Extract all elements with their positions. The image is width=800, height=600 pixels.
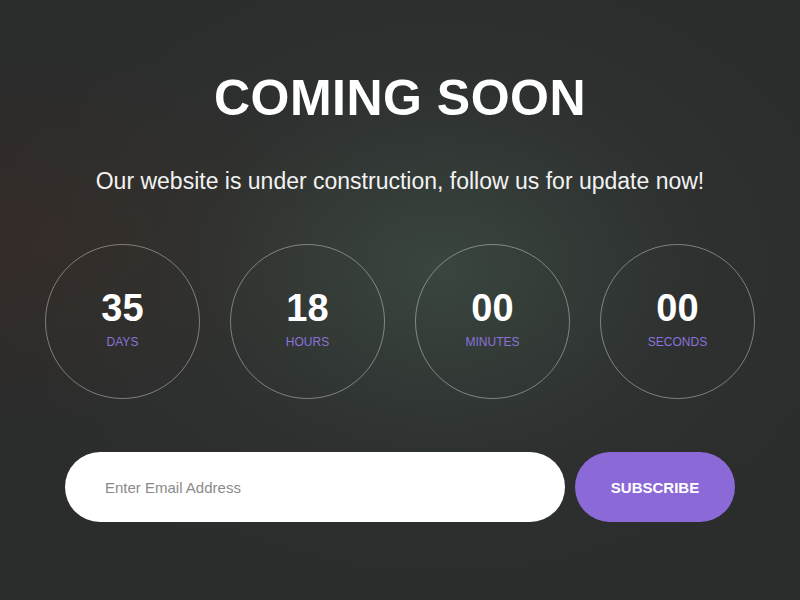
countdown-value: 35 — [101, 287, 143, 329]
countdown-label: SECONDS — [648, 335, 707, 349]
countdown-circle: 35 DAYS — [45, 244, 200, 399]
countdown-value: 00 — [656, 287, 698, 329]
countdown-circle: 18 HOURS — [230, 244, 385, 399]
countdown: 35 DAYS 18 HOURS 00 MINUTES 00 SECONDS — [45, 244, 755, 399]
countdown-label: DAYS — [107, 335, 139, 349]
countdown-value: 18 — [286, 287, 328, 329]
countdown-value: 00 — [471, 287, 513, 329]
countdown-label: MINUTES — [466, 335, 520, 349]
coming-soon-page: COMING SOON Our website is under construc… — [0, 0, 800, 600]
subscribe-button[interactable]: SUBSCRIBE — [575, 452, 735, 522]
subscribe-form: SUBSCRIBE — [65, 452, 735, 522]
countdown-circle: 00 SECONDS — [600, 244, 755, 399]
subtitle: Our website is under construction, follo… — [96, 166, 705, 196]
title: COMING SOON — [214, 70, 586, 126]
countdown-label: HOURS — [286, 335, 329, 349]
email-input[interactable] — [65, 452, 565, 522]
countdown-circle: 00 MINUTES — [415, 244, 570, 399]
